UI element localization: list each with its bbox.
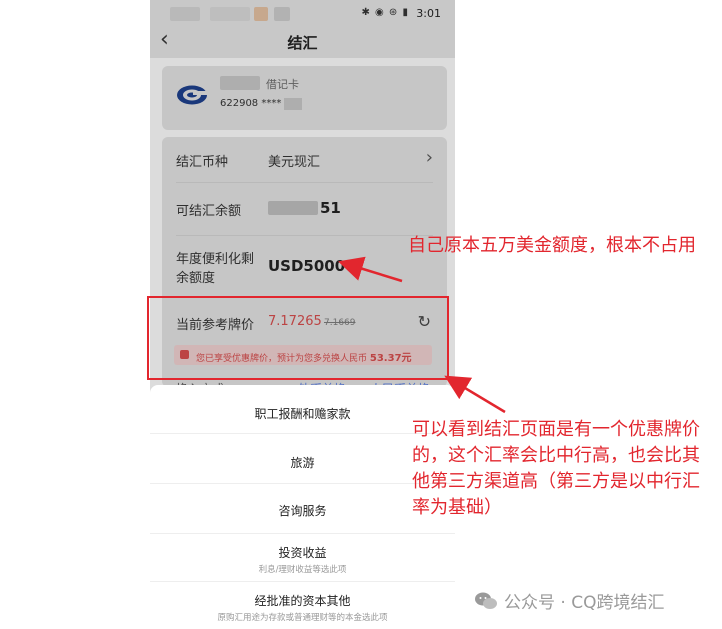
arrow-to-rate xyxy=(444,375,506,414)
arrow-to-quota xyxy=(338,256,403,283)
wechat-icon xyxy=(475,592,497,609)
annotation-rate: 可以看到结汇页面是有一个优惠牌价的，这个汇率会比中行高，也会比其他第三方渠道高（… xyxy=(412,419,700,518)
watermark: 公众号 · CQ跨境结汇 xyxy=(474,588,664,613)
annotation-arrows xyxy=(338,256,506,414)
watermark-text: 公众号 · CQ跨境结汇 xyxy=(504,593,665,613)
annotation-quota: 自己原本五万美金额度，根本不占用 xyxy=(408,235,696,256)
